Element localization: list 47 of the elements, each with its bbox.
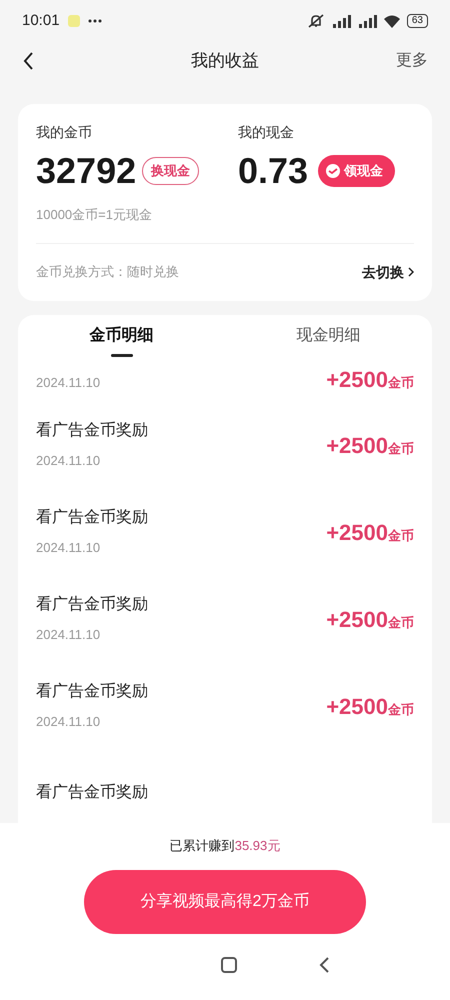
record-amount: +2500	[326, 606, 388, 634]
record-date: 2024.11.10	[36, 626, 102, 644]
record-title: 看广告金币奖励	[36, 682, 148, 702]
more-notifications-icon	[88, 19, 102, 23]
chevron-right-icon	[408, 267, 414, 277]
total-earned-text: 已累计赚到35.93元	[170, 837, 280, 855]
record-amount: +2500	[326, 692, 388, 720]
exchange-rate-note: 10000金币=1元现金	[36, 206, 153, 224]
record-unit: 金币	[388, 526, 414, 544]
more-button[interactable]: 更多	[396, 49, 428, 73]
record-unit: 金币	[388, 614, 414, 632]
switch-link[interactable]: 去切换	[362, 262, 414, 282]
record-unit: 金币	[388, 440, 414, 458]
tab[interactable]: 现金明细	[225, 314, 432, 356]
exchange-method-text: 金币兑换方式：随时兑换	[36, 263, 179, 282]
cash-label: 我的现金	[238, 123, 295, 142]
share-video-button[interactable]: 分享视频最高得2万金币	[84, 870, 366, 934]
exchange-cash-button[interactable]: 换现金	[142, 157, 200, 185]
record-date: 2024.11.10	[36, 374, 100, 392]
record-amount: +2500	[326, 366, 388, 394]
record-amount: +2500	[326, 518, 388, 546]
cash-balance: 0.73	[238, 149, 308, 193]
record-amount: +2500	[326, 432, 388, 460]
record-title: 看广告金币奖励	[36, 594, 148, 616]
home-icon[interactable]	[220, 956, 238, 974]
clock-time: 10:01	[22, 10, 60, 31]
coins-balance: 32792	[36, 149, 136, 193]
record-date: 2024.11.10	[36, 713, 102, 732]
record-date: 2024.11.10	[36, 539, 102, 558]
wifi-icon	[382, 14, 401, 28]
page-title: 我的收益	[191, 50, 259, 72]
tab[interactable]: 金币明细	[18, 314, 225, 356]
record-title: 看广告金币奖励	[36, 782, 148, 803]
signal-icon	[356, 14, 377, 28]
record-unit: 金币	[388, 700, 414, 718]
notification-icon	[68, 15, 80, 27]
signal-icon	[330, 14, 351, 28]
withdraw-cash-button[interactable]: 领现金	[318, 155, 396, 187]
record-title: 看广告金币奖励	[36, 420, 148, 442]
record-date: 2024.11.10	[36, 452, 102, 470]
back-icon[interactable]	[318, 956, 330, 974]
record-title: 看广告金币奖励	[36, 508, 148, 528]
back-icon[interactable]	[22, 51, 34, 71]
mute-icon	[306, 13, 325, 29]
battery-indicator: 63	[406, 14, 428, 28]
coins-label: 我的金币	[36, 123, 93, 142]
record-unit: 金币	[388, 374, 414, 392]
